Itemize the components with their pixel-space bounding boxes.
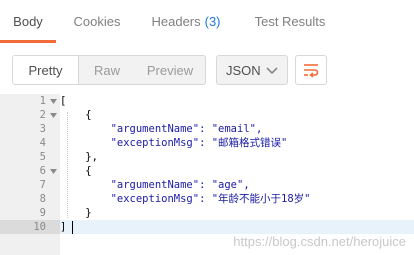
line-number: 8 — [39, 193, 46, 205]
code-line: "argumentName": "age", — [60, 179, 250, 191]
body-toolbar: Pretty Raw Preview JSON — [0, 50, 414, 90]
line-number: 3 — [39, 123, 46, 135]
code-line-active: ] — [60, 220, 414, 234]
pretty-button[interactable]: Pretty — [13, 56, 79, 84]
indent-guide — [67, 112, 68, 218]
code-line: } — [60, 207, 92, 219]
fold-arrow-icon[interactable] — [50, 113, 57, 118]
code-line: "exceptionMsg": "邮箱格式错误" — [60, 137, 288, 149]
code-area[interactable]: [ { "argumentName": "email", "exceptionM… — [60, 94, 414, 255]
tab-body-label: Body — [13, 13, 43, 29]
fold-arrow-icon[interactable] — [50, 169, 57, 174]
format-select-value: JSON — [226, 62, 261, 78]
tab-cookies-label: Cookies — [73, 13, 121, 29]
tab-test-results[interactable]: Test Results — [234, 0, 346, 44]
raw-button[interactable]: Raw — [79, 56, 135, 84]
watermark: https://blog.csdn.net/herojuice — [233, 234, 406, 249]
gutter-row: 1 — [0, 94, 60, 108]
gutter-row: 9 — [0, 206, 60, 220]
line-number: 7 — [39, 179, 46, 191]
tab-body[interactable]: Body — [0, 0, 56, 44]
format-select[interactable]: JSON — [216, 55, 288, 85]
gutter-row: 5 — [0, 150, 60, 164]
headers-count-badge: (3) — [204, 13, 221, 29]
gutter-row: 6 — [0, 164, 60, 178]
line-number: 6 — [39, 165, 46, 177]
chevron-down-icon — [266, 67, 278, 75]
line-number: 2 — [39, 109, 46, 121]
code-line: }, — [60, 151, 98, 163]
code-line: { — [60, 109, 92, 121]
gutter-row: 4 — [0, 136, 60, 150]
tab-headers-label: Headers — [151, 13, 201, 29]
tab-cookies[interactable]: Cookies — [56, 0, 138, 44]
line-number: 1 — [39, 95, 46, 107]
code-line: "exceptionMsg": "年龄不能小于18岁" — [60, 193, 311, 205]
line-number: 4 — [39, 137, 46, 149]
gutter-row: 2 — [0, 108, 60, 122]
fold-arrow-icon[interactable] — [50, 99, 57, 104]
line-number: 9 — [39, 207, 46, 219]
response-tabs: Body Cookies Headers (3) Test Results — [0, 0, 414, 44]
line-number: 5 — [39, 151, 46, 163]
gutter-row: 8 — [0, 192, 60, 206]
gutter-row: 7 — [0, 178, 60, 192]
tab-test-results-label: Test Results — [254, 13, 326, 29]
line-number-gutter: 1 2 3 4 5 6 7 8 9 10 — [0, 94, 60, 255]
code-line: { — [60, 165, 92, 177]
code-line: [ — [60, 95, 67, 107]
gutter-row-active: 10 — [0, 220, 60, 234]
code-line: "argumentName": "email", — [60, 123, 263, 135]
wrap-lines-icon — [304, 64, 319, 78]
response-body-editor[interactable]: 1 2 3 4 5 6 7 8 9 10 [{"argumentName":… — [0, 94, 414, 255]
text-cursor — [72, 221, 73, 234]
gutter-row: 3 — [0, 122, 60, 136]
line-number: 10 — [33, 221, 46, 233]
view-mode-toggle: Pretty Raw Preview — [12, 55, 206, 85]
tab-headers[interactable]: Headers (3) — [138, 0, 234, 44]
wrap-lines-button[interactable] — [295, 55, 327, 85]
preview-button[interactable]: Preview — [135, 56, 205, 84]
